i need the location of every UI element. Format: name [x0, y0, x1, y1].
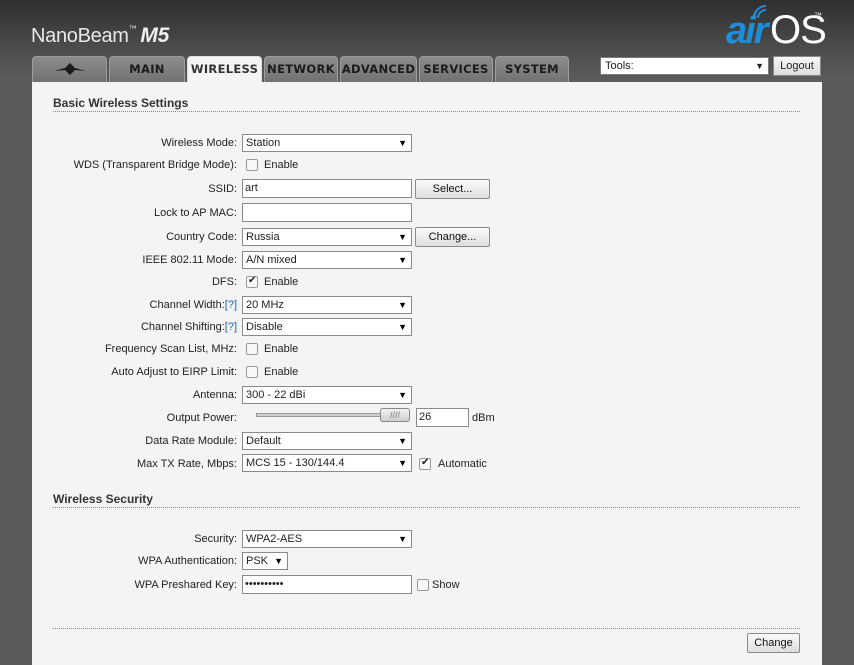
country-code-value: Russia [246, 231, 280, 243]
dfs-option-label: Enable [264, 276, 299, 288]
dropdown-arrow-icon: ▼ [398, 322, 407, 332]
tab-network[interactable]: NETWORK [264, 56, 338, 82]
eirp-option-label: Enable [264, 366, 299, 378]
country-code-label: Country Code: [166, 231, 237, 243]
dfs-label: DFS: [211, 276, 237, 288]
channel-shifting-label: Channel Shifting:[?] [141, 321, 237, 333]
wpa-key-input[interactable]: •••••••••• [242, 575, 412, 594]
dropdown-arrow-icon: ▼ [398, 534, 407, 544]
dropdown-arrow-icon: ▼ [398, 300, 407, 310]
dfs-checkbox[interactable] [246, 275, 258, 288]
wds-option-label: Enable [264, 159, 299, 171]
output-power-label: Output Power: [166, 412, 237, 424]
change-button[interactable]: Change [747, 633, 800, 653]
data-rate-value: Default [246, 435, 281, 447]
tools-select[interactable]: Tools: ▼ [600, 57, 769, 75]
dropdown-arrow-icon: ▼ [755, 61, 764, 71]
country-change-button[interactable]: Change... [415, 227, 490, 247]
antenna-value: 300 - 22 dBi [246, 389, 306, 401]
data-rate-select[interactable]: Default ▼ [242, 432, 412, 450]
channel-shifting-help-link[interactable]: [?] [225, 321, 237, 333]
eirp-label: Auto Adjust to EIRP Limit: [111, 366, 237, 378]
section-title-basic: Basic Wireless Settings [53, 96, 189, 110]
dropdown-arrow-icon: ▼ [398, 436, 407, 446]
channel-shifting-select[interactable]: Disable ▼ [242, 318, 412, 336]
wpa-auth-value: PSK [246, 555, 269, 567]
freq-scan-checkbox[interactable] [246, 343, 258, 355]
wpa-key-label: WPA Preshared Key: [134, 579, 237, 591]
max-tx-select[interactable]: MCS 15 - 130/144.4 ▼ [242, 454, 412, 472]
section-title-security: Wireless Security [53, 492, 153, 506]
tab-ubiquiti-home[interactable] [32, 56, 107, 82]
channel-width-help-link[interactable]: [?] [225, 299, 237, 311]
dropdown-arrow-icon: ▼ [398, 255, 407, 265]
channel-width-label-text: Channel Width: [149, 299, 225, 311]
brand-trademark: ™ [128, 24, 137, 33]
ieee-mode-select[interactable]: A/N mixed ▼ [242, 251, 412, 269]
freq-scan-option-label: Enable [264, 343, 299, 355]
tab-wireless[interactable]: WIRELESS [187, 56, 262, 83]
wds-label: WDS (Transparent Bridge Mode): [73, 159, 237, 171]
security-label: Security: [194, 533, 237, 545]
wpa-auth-label: WPA Authentication: [138, 555, 237, 567]
dropdown-arrow-icon: ▼ [398, 232, 407, 242]
wds-checkbox[interactable] [246, 159, 258, 171]
wpa-auth-select[interactable]: PSK ▼ [242, 552, 288, 570]
wpa-key-show-checkbox[interactable] [417, 579, 429, 591]
wireless-mode-select[interactable]: Station ▼ [242, 134, 412, 152]
lock-ap-mac-input[interactable] [242, 203, 412, 222]
max-tx-automatic-checkbox[interactable] [419, 457, 431, 470]
antenna-select[interactable]: 300 - 22 dBi ▼ [242, 386, 412, 404]
logo-trademark: ™ [814, 11, 822, 20]
header-bar: NanoBeam™ M5 air OS ™ MAIN WIRELESS NETWO… [0, 0, 854, 83]
max-tx-label: Max TX Rate, Mbps: [136, 458, 237, 470]
security-value: WPA2-AES [246, 533, 303, 545]
logout-button[interactable]: Logout [773, 56, 821, 76]
wireless-mode-value: Station [246, 137, 281, 149]
tab-services[interactable]: SERVICES [419, 56, 493, 82]
output-power-slider-handle[interactable]: //// [380, 408, 410, 422]
ieee-mode-label: IEEE 802.11 Mode: [142, 254, 237, 266]
dropdown-arrow-icon: ▼ [274, 556, 283, 566]
ssid-select-button[interactable]: Select... [415, 179, 490, 199]
footer-divider [53, 628, 800, 629]
wpa-key-show-label: Show [432, 579, 460, 591]
country-code-select[interactable]: Russia ▼ [242, 228, 412, 246]
ubiquiti-logo-icon [53, 63, 86, 75]
max-tx-automatic-label: Automatic [438, 458, 487, 470]
data-rate-label: Data Rate Module: [145, 435, 237, 447]
device-brand: NanoBeam™ M5 [31, 24, 169, 48]
tab-advanced[interactable]: ADVANCED [340, 56, 417, 82]
antenna-label: Antenna: [192, 389, 237, 401]
logo-air: air [726, 10, 769, 52]
section-divider [53, 507, 800, 508]
brand-name: NanoBeam [31, 25, 129, 47]
lock-ap-mac-label: Lock to AP MAC: [154, 207, 237, 219]
channel-width-select[interactable]: 20 MHz ▼ [242, 296, 412, 314]
output-power-unit: dBm [472, 412, 495, 424]
model-name: M5 [140, 24, 169, 47]
channel-width-value: 20 MHz [246, 299, 284, 311]
ssid-input[interactable]: art [242, 179, 412, 198]
ieee-mode-value: A/N mixed [246, 254, 297, 266]
eirp-checkbox[interactable] [246, 366, 258, 378]
security-select[interactable]: WPA2-AES ▼ [242, 530, 412, 548]
section-divider [53, 111, 800, 112]
tab-main[interactable]: MAIN [109, 56, 185, 82]
wireless-mode-label: Wireless Mode: [161, 137, 237, 149]
freq-scan-label: Frequency Scan List, MHz: [104, 343, 237, 355]
channel-width-label: Channel Width:[?] [150, 299, 237, 311]
channel-shifting-value: Disable [246, 321, 283, 333]
output-power-input[interactable]: 26 [416, 408, 469, 427]
dropdown-arrow-icon: ▼ [398, 390, 407, 400]
tab-system[interactable]: SYSTEM [495, 56, 569, 82]
dropdown-arrow-icon: ▼ [398, 458, 407, 468]
channel-shifting-label-text: Channel Shifting: [140, 321, 225, 333]
dropdown-arrow-icon: ▼ [398, 138, 407, 148]
tools-select-value: Tools: [605, 60, 634, 72]
max-tx-value: MCS 15 - 130/144.4 [246, 457, 345, 469]
ssid-label: SSID: [208, 183, 237, 195]
